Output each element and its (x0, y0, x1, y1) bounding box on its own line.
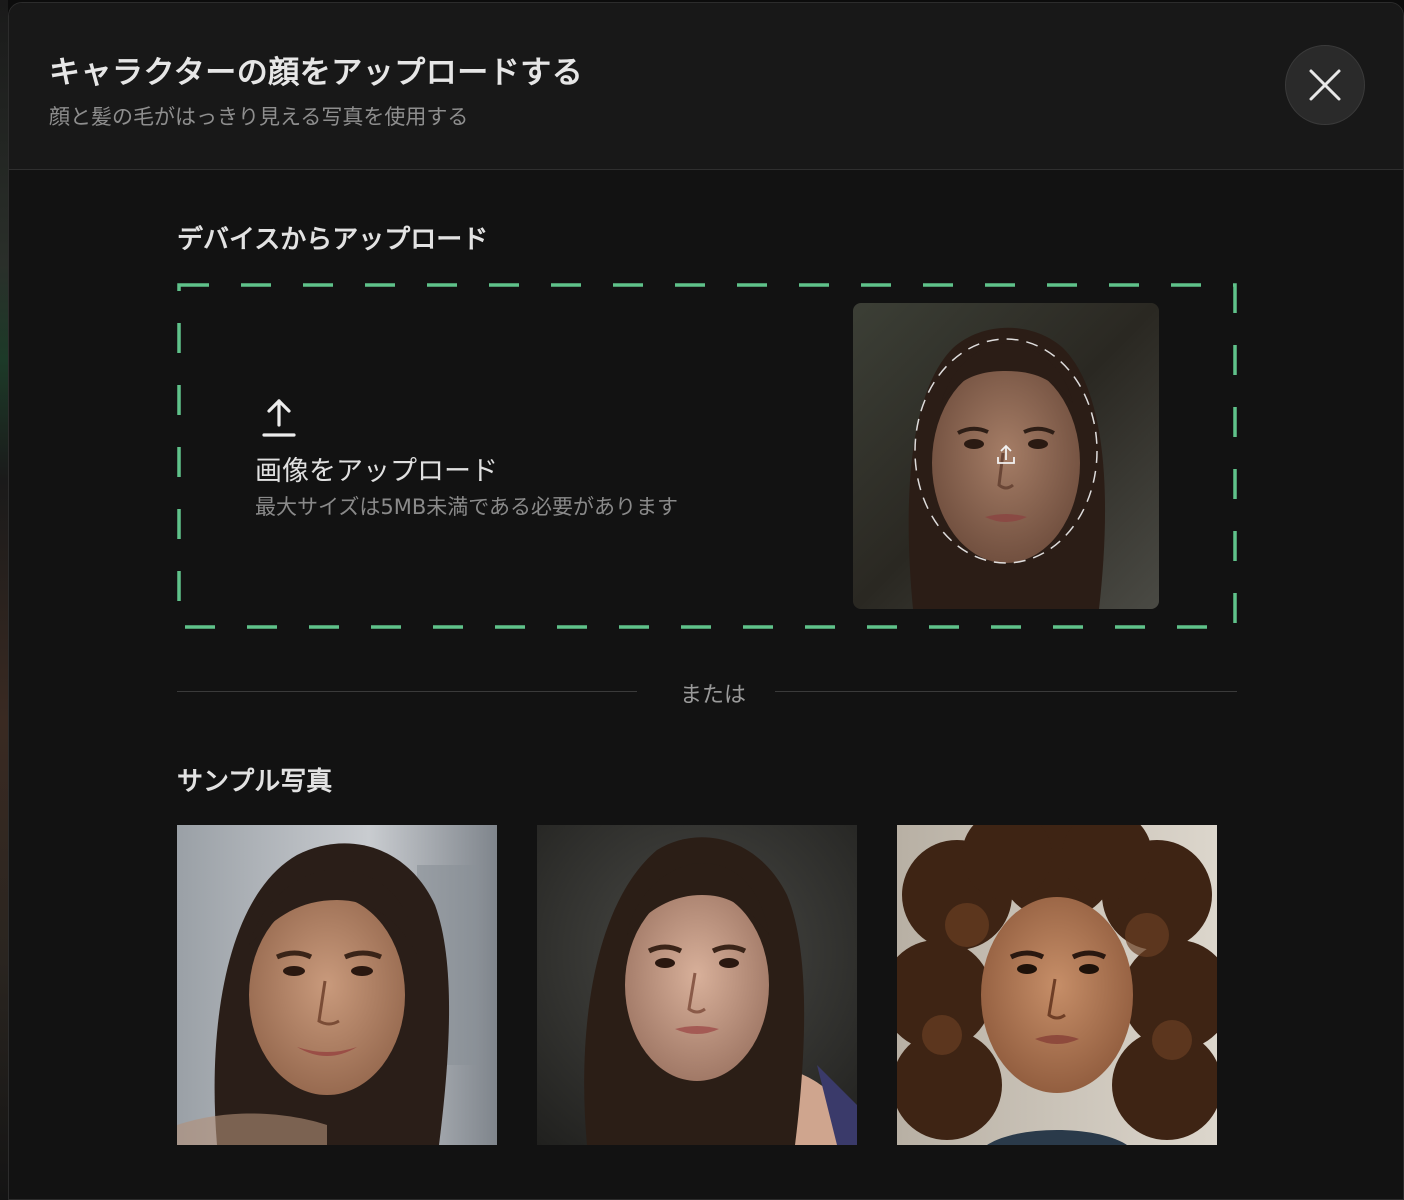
divider-line-right (775, 691, 1237, 692)
upload-image-label: 画像をアップロード (255, 456, 498, 487)
sample-photo-2[interactable] (537, 825, 857, 1145)
upload-size-hint: 最大サイズは5MB未満である必要があります (255, 495, 679, 519)
divider-or-text: または (679, 683, 746, 708)
face-guide-preview (853, 303, 1159, 609)
close-button[interactable] (1285, 45, 1365, 125)
background-page-strip (0, 0, 8, 1200)
modal-header: キャラクターの顔をアップロードする 顔と髪の毛がはっきり見える写真を使用する (9, 3, 1403, 170)
close-icon (1309, 69, 1341, 101)
sample-photo-3[interactable] (897, 825, 1217, 1145)
sample-photos-heading: サンプル写真 (177, 767, 333, 797)
upload-section-heading: デバイスからアップロード (177, 225, 489, 255)
divider-line-left (177, 691, 637, 692)
upload-dropzone[interactable]: 画像をアップロード 最大サイズは5MB未満である必要があります (177, 283, 1237, 629)
upload-face-modal: キャラクターの顔をアップロードする 顔と髪の毛がはっきり見える写真を使用する デ… (8, 2, 1404, 1200)
portrait-young-woman (537, 825, 857, 1145)
sample-photo-1[interactable] (177, 825, 497, 1145)
upload-arrow-icon (262, 399, 296, 437)
portrait-smiling-woman (177, 825, 497, 1145)
portrait-curly-hair-woman (897, 825, 1217, 1145)
modal-subtitle: 顔と髪の毛がはっきり見える写真を使用する (49, 105, 469, 129)
face-guide-image (853, 303, 1159, 609)
modal-title: キャラクターの顔をアップロードする (49, 55, 584, 91)
